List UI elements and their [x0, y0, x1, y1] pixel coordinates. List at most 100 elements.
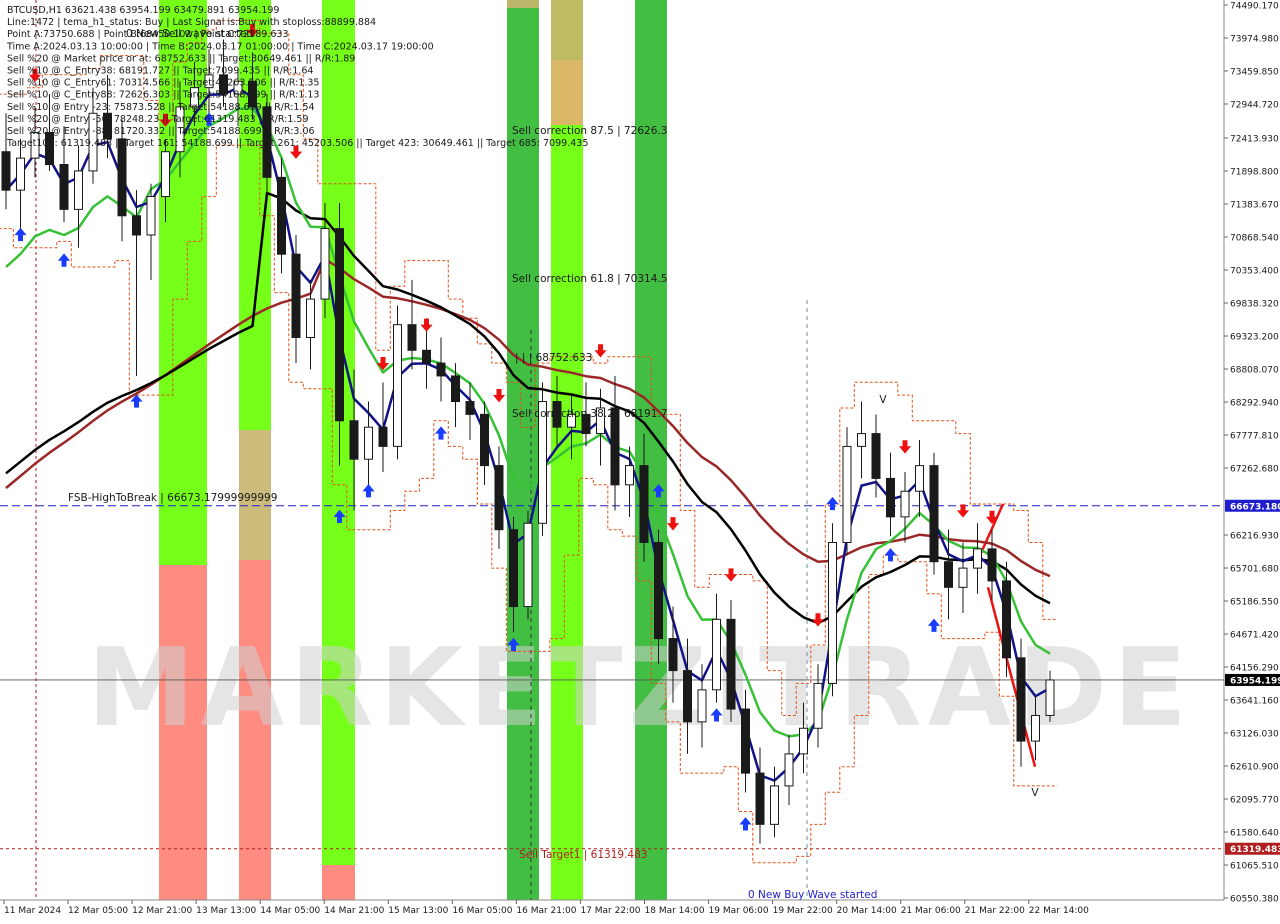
candle-body [364, 426, 373, 460]
info-line: Sell %20 @ Entry -88: 81720.332 || Targe… [7, 126, 315, 137]
candle-body [639, 465, 649, 543]
wave-v-bottom-label: V [1031, 787, 1039, 799]
candle-body [146, 196, 156, 236]
candle-body [1, 151, 11, 191]
candle-body [828, 541, 837, 684]
candle-body [900, 490, 910, 518]
fsb-label: FSB-HighToBreak | 66673.17999999999 [68, 492, 277, 504]
candle-body [509, 529, 518, 608]
time-tick-label: 15 Mar 13:00 [388, 906, 448, 916]
price-tick-label: 71898.800 [1230, 168, 1279, 178]
candle-body [349, 420, 359, 460]
candle-body [132, 215, 141, 236]
price-tick-label: 69838.320 [1230, 300, 1279, 310]
price-tick-label: 74490.170 [1230, 2, 1279, 12]
time-tick-label: 11 Mar 2024 [4, 906, 61, 916]
time-tick-label: 22 Mar 14:00 [1029, 906, 1089, 916]
info-line: BTCUSD,H1 63621.438 63954.199 63479.891 … [7, 5, 279, 16]
info-line: Sell %10 @ Entry -23: 75873.528 || Targe… [7, 102, 315, 113]
price-tick-label: 63641.160 [1230, 697, 1279, 707]
candle-body [480, 413, 489, 467]
time-axis: 11 Mar 2024 12 Mar 05:00 12 Mar 21:00 13 Ma… [0, 899, 1224, 920]
price-tick-label: 62095.770 [1230, 796, 1279, 806]
candle-body [378, 426, 388, 447]
candle-body [625, 465, 634, 486]
info-line: Sell %10 @ C_Entry61: 70314.566 || Targe… [7, 78, 319, 89]
signal-zone [507, 0, 539, 8]
candle-body [16, 157, 25, 191]
time-tick-label: 12 Mar 21:00 [132, 906, 192, 916]
candle-body [74, 170, 83, 210]
sell-target-label: Sell Target1 | 61319.483 [519, 849, 647, 861]
candle-body [161, 151, 170, 198]
time-tick-label: 21 Mar 06:00 [901, 906, 961, 916]
candle-body [393, 324, 402, 447]
price-marker-label: 63954.199 [1230, 676, 1280, 686]
candle-body [886, 477, 895, 518]
time-tick-label: 17 Mar 22:00 [580, 906, 640, 916]
candle-body [813, 682, 823, 729]
candle-body [741, 708, 750, 774]
price-tick-label: 65701.680 [1230, 565, 1279, 575]
candle-body [929, 465, 939, 563]
sell-correction-875-label: Sell correction 87.5 | 72626.3 [512, 125, 667, 137]
time-tick-label: 12 Mar 05:00 [68, 906, 128, 916]
price-chart: MARKETZITRADE 0 New Sell wave started0 N… [0, 0, 1280, 920]
candle-body [842, 445, 852, 543]
buy-wave-label: 0 New Buy Wave started [748, 889, 877, 901]
candle-body [871, 433, 881, 479]
candle-body [291, 253, 301, 338]
price-tick-label: 69323.200 [1230, 333, 1279, 343]
time-tick-label: 14 Mar 21:00 [324, 906, 384, 916]
candle-body [320, 228, 330, 300]
price-marker-label: 61319.483 [1230, 845, 1280, 855]
candle-body [335, 228, 344, 422]
candle-body [306, 298, 315, 338]
time-tick-label: 18 Mar 14:00 [645, 906, 705, 916]
candle-body [1002, 580, 1011, 659]
time-tick-label: 21 Mar 22:00 [965, 906, 1025, 916]
price-tick-label: 72944.720 [1230, 101, 1279, 111]
candle-body [407, 324, 417, 351]
price-marker-label: 66673.180 [1230, 502, 1280, 512]
info-line: Target100: 61319.483 || Target 161: 5418… [6, 138, 588, 149]
wave-v-top-label: V [879, 394, 887, 406]
candle-body [770, 785, 779, 825]
info-line: Sell %20 @ Entry -50: 78248.23 || Target… [7, 114, 309, 125]
price-tick-label: 62610.900 [1230, 763, 1279, 773]
candle-body [712, 618, 721, 691]
time-tick-label: 19 Mar 06:00 [709, 906, 769, 916]
candle-body [1016, 657, 1026, 742]
info-line: Sell %10 @ C_Entry88: 72626.303 || Targe… [7, 90, 319, 101]
price-tick-label: 71383.670 [1230, 201, 1279, 211]
candle-body [59, 164, 69, 210]
time-tick-label: 14 Mar 05:00 [260, 906, 320, 916]
candle-body [755, 772, 765, 825]
candle-body [422, 349, 431, 364]
candle-body [494, 465, 504, 531]
price-tick-label: 68808.070 [1230, 366, 1279, 376]
time-tick-label: 13 Mar 13:00 [196, 906, 256, 916]
price-tick-label: 61065.510 [1230, 862, 1279, 872]
candle-body [277, 176, 286, 255]
candle-body [784, 753, 794, 787]
signal-zone [551, 60, 583, 125]
sell-correction-382-label: Sell correction 38.2 | 68191.7 [512, 408, 667, 420]
price-tick-label: 68292.940 [1230, 399, 1279, 409]
signal-zone [551, 0, 583, 60]
price-tick-label: 70353.400 [1230, 267, 1279, 277]
candle-body [117, 138, 127, 217]
price-axis: 74490.170 73974.980 73459.850 72944.720 7241… [1223, 0, 1280, 920]
price-tick-label: 64671.420 [1230, 631, 1279, 641]
price-tick-label: 63126.030 [1230, 730, 1279, 740]
candle-body [726, 618, 736, 710]
signal-zone [322, 865, 355, 900]
candle-body [697, 689, 707, 723]
time-tick-label: 16 Mar 21:00 [516, 906, 576, 916]
info-line: Sell %20 @ Market price or at: 68752.633… [7, 53, 355, 64]
time-tick-label: 16 Mar 05:00 [452, 906, 512, 916]
candle-body [1045, 679, 1055, 716]
candle-body [523, 522, 533, 608]
chart-container: MARKETZITRADE 0 New Sell wave started 0 N… [0, 0, 1280, 920]
price-tick-label: 66216.930 [1230, 531, 1279, 541]
